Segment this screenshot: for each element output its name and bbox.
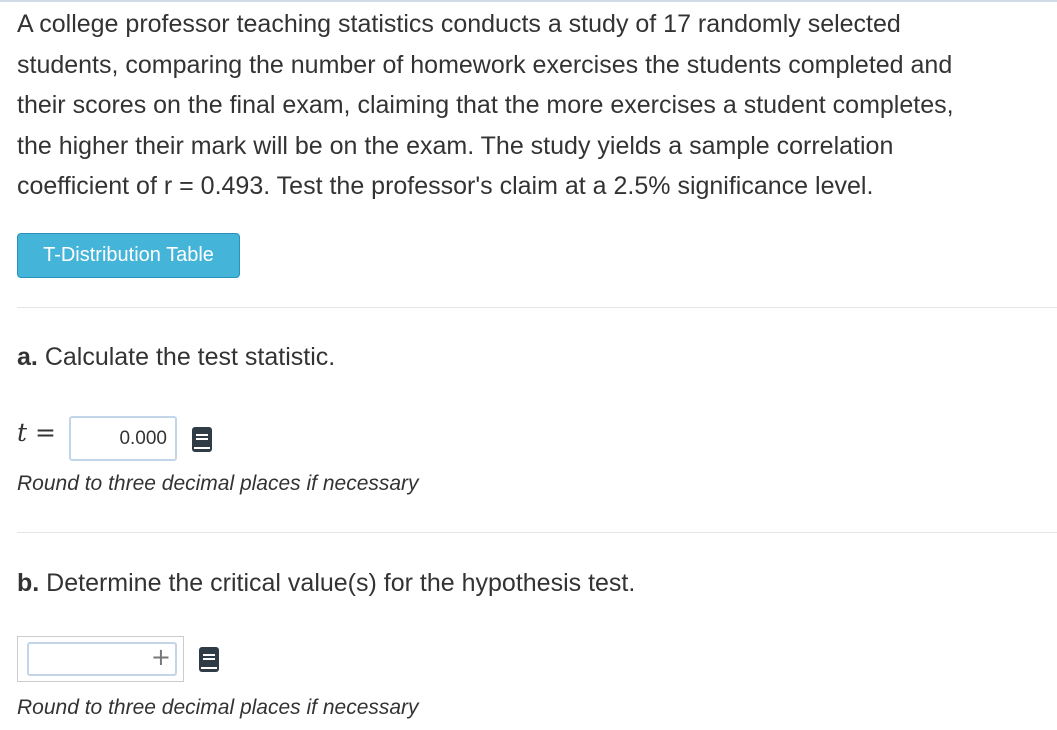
question-container: A college professor teaching statistics … — [17, 4, 1057, 719]
part-b-hint: Round to three decimal places if necessa… — [17, 696, 419, 719]
part-a-answer-row: t = — [17, 414, 237, 461]
part-b-question: Determine the critical value(s) for the … — [46, 569, 636, 597]
problem-line: the higher their mark will be on the exa… — [17, 131, 894, 160]
part-a-letter: a. — [17, 343, 38, 371]
part-a-question: Calculate the test statistic. — [44, 343, 336, 371]
problem-statement: A college professor teaching statistics … — [17, 4, 1053, 207]
book-icon[interactable] — [198, 646, 220, 673]
section-divider — [17, 532, 1057, 533]
equals-sign: = — [35, 418, 56, 447]
problem-line: students, comparing the number of homewo… — [17, 50, 953, 79]
problem-line: A college professor teaching statistics … — [17, 10, 901, 38]
test-statistic-input[interactable] — [69, 416, 177, 461]
problem-line: their scores on the final exam, claiming… — [17, 91, 954, 120]
section-divider — [17, 307, 1057, 308]
t-variable: t — [17, 418, 28, 447]
part-a-hint: Round to three decimal places if necessa… — [17, 472, 419, 495]
critical-values-box: + — [17, 636, 184, 682]
top-rule — [0, 0, 1057, 2]
add-value-button[interactable]: + — [151, 643, 171, 671]
part-b-heading: b. Determine the critical value(s) for t… — [17, 569, 635, 598]
problem-line: coefficient of r = 0.493. Test the profe… — [17, 172, 874, 201]
t-variable-label: t = — [17, 418, 56, 447]
part-b-letter: b. — [17, 569, 40, 597]
book-icon[interactable] — [191, 426, 213, 453]
t-distribution-table-button[interactable]: T-Distribution Table — [17, 233, 240, 278]
part-a-heading: a. Calculate the test statistic. — [17, 343, 335, 372]
